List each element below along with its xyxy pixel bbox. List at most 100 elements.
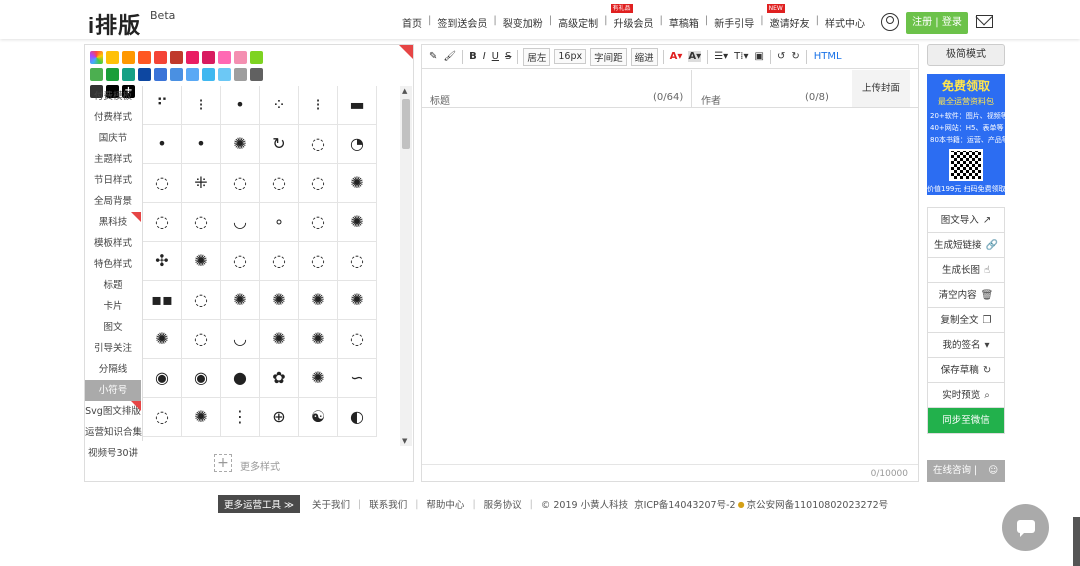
symbol-cell[interactable]: ◉ (182, 359, 221, 398)
symbol-cell[interactable]: ✺ (260, 320, 299, 359)
category-item[interactable]: 节日样式 (85, 170, 141, 191)
footer-link[interactable]: 服务协议 (484, 497, 522, 511)
nav-item[interactable]: 新手引导 (714, 15, 754, 30)
nav-item[interactable]: 样式中心 (825, 15, 865, 30)
symbol-cell[interactable]: ✺ (299, 281, 338, 320)
text-format-icon[interactable]: T⁞▾ (734, 51, 748, 62)
symbol-cell[interactable]: ✺ (338, 164, 377, 203)
category-item[interactable]: 国庆节 (85, 128, 141, 149)
symbol-cell[interactable]: ☯ (299, 398, 338, 437)
color-swatch[interactable] (90, 51, 103, 64)
color-swatch[interactable] (122, 68, 135, 81)
symbol-cell[interactable]: ⁝ (299, 86, 338, 125)
color-swatch[interactable] (234, 68, 247, 81)
symbol-cell[interactable]: ✺ (143, 320, 182, 359)
symbol-cell[interactable]: ✿ (260, 359, 299, 398)
symbol-cell[interactable]: ◌ (299, 125, 338, 164)
eraser-icon[interactable]: ✎ (429, 51, 437, 62)
upload-cover-button[interactable]: 上传封面 (852, 70, 910, 107)
title-input[interactable]: 标题 (430, 92, 450, 107)
register-login-button[interactable]: 注册 | 登录 (906, 12, 968, 34)
author-input[interactable]: 作者 (701, 92, 721, 107)
symbol-cell[interactable]: ◌ (221, 242, 260, 281)
color-swatch[interactable] (154, 51, 167, 64)
symbol-cell[interactable]: ◉ (143, 359, 182, 398)
symbol-cell[interactable]: • (182, 125, 221, 164)
mail-icon[interactable] (976, 15, 993, 28)
symbol-cell[interactable]: ◌ (299, 164, 338, 203)
action-button[interactable]: 实时预览 ⌕ (928, 383, 1004, 408)
symbol-cell[interactable]: ⊕ (260, 398, 299, 437)
brush-icon[interactable]: 🖌 (443, 51, 456, 62)
color-swatch[interactable] (202, 51, 215, 64)
symbol-cell[interactable]: ◌ (182, 203, 221, 242)
online-consult-button[interactable]: 在线咨询 | ☺ (927, 460, 1005, 482)
symbol-cell[interactable]: ⠋ (143, 86, 182, 125)
category-item[interactable]: 主题样式 (85, 149, 141, 170)
symbol-cell[interactable]: ↻ (260, 125, 299, 164)
color-swatch[interactable] (250, 51, 263, 64)
bold-button[interactable]: B (469, 51, 477, 62)
symbol-cell[interactable]: ⁝ (182, 86, 221, 125)
nav-item[interactable]: 裂变加粉 (503, 15, 543, 30)
action-button[interactable]: 图文导入 ↗ (928, 208, 1004, 233)
color-swatch[interactable] (234, 51, 247, 64)
footer-link[interactable]: 联系我们 (369, 497, 407, 511)
category-item[interactable]: 引导关注 (85, 338, 141, 359)
scroll-up-icon[interactable]: ▲ (402, 87, 407, 95)
category-item[interactable]: 小符号 (85, 380, 141, 401)
color-swatch[interactable] (186, 68, 199, 81)
color-swatch[interactable] (202, 68, 215, 81)
category-item[interactable]: 全局背景 (85, 191, 141, 212)
category-item[interactable]: 视频号30讲 (85, 443, 141, 464)
color-swatch[interactable] (218, 68, 231, 81)
font-color-icon[interactable]: A▾ (670, 51, 683, 62)
symbol-cell[interactable]: ◡ (221, 203, 260, 242)
symbol-cell[interactable]: ◌ (260, 242, 299, 281)
color-swatch[interactable] (250, 68, 263, 81)
action-button[interactable]: 清空内容 🗑 (928, 283, 1004, 308)
scrollbar-thumb[interactable] (402, 99, 410, 149)
category-item[interactable]: 模板样式 (85, 233, 141, 254)
font-size-select[interactable]: 16px (554, 49, 587, 64)
symbol-cell[interactable]: • (143, 125, 182, 164)
symbol-cell[interactable]: ◐ (338, 398, 377, 437)
scrollbar[interactable]: ▲ ▼ (400, 86, 412, 446)
italic-button[interactable]: I (483, 51, 486, 62)
symbol-cell[interactable]: ✺ (299, 359, 338, 398)
footer-link[interactable]: 帮助中心 (426, 497, 464, 511)
color-swatch[interactable] (170, 51, 183, 64)
category-item[interactable]: 黑科技 (85, 212, 141, 233)
color-swatch[interactable] (122, 51, 135, 64)
icp-link[interactable]: 京ICP备14043207号-2 (634, 497, 736, 511)
symbol-cell[interactable]: ▬ (338, 86, 377, 125)
symbol-cell[interactable]: ◌ (182, 320, 221, 359)
symbol-cell[interactable]: ✺ (260, 281, 299, 320)
action-button[interactable]: 生成长图 ☝ (928, 258, 1004, 283)
nav-item[interactable]: 草稿箱 (669, 15, 699, 30)
image-icon[interactable]: ▣ (754, 51, 763, 62)
background-color-icon[interactable]: A▾ (688, 51, 702, 62)
symbol-cell[interactable]: ∘ (260, 203, 299, 242)
more-styles[interactable]: + 更多样式 (214, 454, 280, 473)
symbol-cell[interactable]: ∽ (338, 359, 377, 398)
color-swatch[interactable] (170, 68, 183, 81)
html-button[interactable]: HTML (814, 51, 842, 62)
symbol-cell[interactable]: ⋮ (221, 398, 260, 437)
color-swatch[interactable] (90, 68, 103, 81)
symbol-cell[interactable]: ▪▪ (143, 281, 182, 320)
nav-item[interactable]: 邀请好友 NEW (766, 4, 810, 30)
symbol-cell[interactable]: ✺ (182, 242, 221, 281)
color-swatch[interactable] (138, 68, 151, 81)
chat-bubble-icon[interactable] (1002, 504, 1049, 551)
category-item[interactable]: 特色样式 (85, 254, 141, 275)
nav-item[interactable]: 高级定制 (558, 15, 598, 30)
symbol-cell[interactable]: ✺ (338, 203, 377, 242)
underline-button[interactable]: U (492, 51, 499, 62)
category-item[interactable]: 图文 (85, 317, 141, 338)
symbol-cell[interactable]: ◌ (182, 281, 221, 320)
simple-mode-button[interactable]: 极简模式 (927, 44, 1005, 66)
symbol-cell[interactable]: ⁘ (260, 86, 299, 125)
logo[interactable]: i排版 (88, 8, 141, 40)
symbol-cell[interactable]: ● (221, 359, 260, 398)
